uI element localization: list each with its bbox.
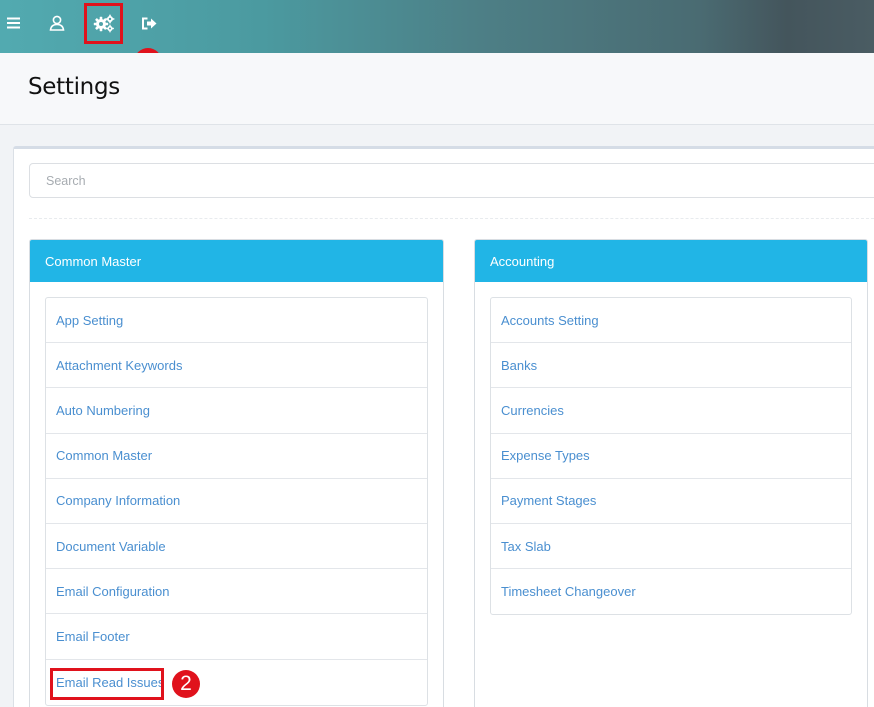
common-master-link-auto-numbering[interactable]: Auto Numbering bbox=[46, 388, 427, 434]
user-icon[interactable] bbox=[39, 0, 75, 46]
common-master-link-email-footer[interactable]: Email Footer bbox=[46, 614, 427, 660]
common-master-link-document-variable[interactable]: Document Variable bbox=[46, 524, 427, 570]
accounting-link-currencies[interactable]: Currencies bbox=[491, 388, 851, 434]
common-master-panel: Common Master App Setting Attachment Key… bbox=[29, 239, 444, 707]
accounting-link-banks[interactable]: Banks bbox=[491, 343, 851, 389]
common-master-link-company-information[interactable]: Company Information bbox=[46, 479, 427, 524]
page-header: Settings bbox=[0, 53, 874, 125]
accounting-panel: Accounting Accounts Setting Banks Curren… bbox=[474, 239, 868, 707]
accounting-link-timesheet-changeover[interactable]: Timesheet Changeover bbox=[491, 569, 851, 614]
top-navbar bbox=[0, 0, 874, 53]
accounting-link-tax-slab[interactable]: Tax Slab bbox=[491, 524, 851, 570]
common-master-link-app-setting[interactable]: App Setting bbox=[46, 298, 427, 344]
common-master-link-email-configuration[interactable]: Email Configuration bbox=[46, 569, 427, 615]
common-master-link-attachment-keywords[interactable]: Attachment Keywords bbox=[46, 343, 427, 389]
common-master-panel-title: Common Master bbox=[30, 240, 443, 282]
highlight-box-settings-icon bbox=[84, 3, 123, 44]
common-master-link-common-master[interactable]: Common Master bbox=[46, 434, 427, 479]
highlight-box-email-read-issues bbox=[50, 668, 164, 700]
accounting-link-payment-stages[interactable]: Payment Stages bbox=[491, 479, 851, 524]
accounting-panel-title: Accounting bbox=[475, 240, 867, 282]
common-master-list: App Setting Attachment Keywords Auto Num… bbox=[45, 297, 428, 706]
page-title: Settings bbox=[28, 74, 120, 100]
accounting-list: Accounts Setting Banks Currencies Expens… bbox=[490, 297, 852, 616]
sign-out-icon[interactable] bbox=[131, 0, 167, 46]
hamburger-menu-icon[interactable] bbox=[0, 0, 28, 46]
divider bbox=[29, 218, 874, 219]
search-input[interactable] bbox=[29, 163, 874, 198]
accounting-link-accounts-setting[interactable]: Accounts Setting bbox=[491, 298, 851, 344]
callout-marker-2: 2 bbox=[172, 670, 200, 698]
accounting-link-expense-types[interactable]: Expense Types bbox=[491, 434, 851, 479]
